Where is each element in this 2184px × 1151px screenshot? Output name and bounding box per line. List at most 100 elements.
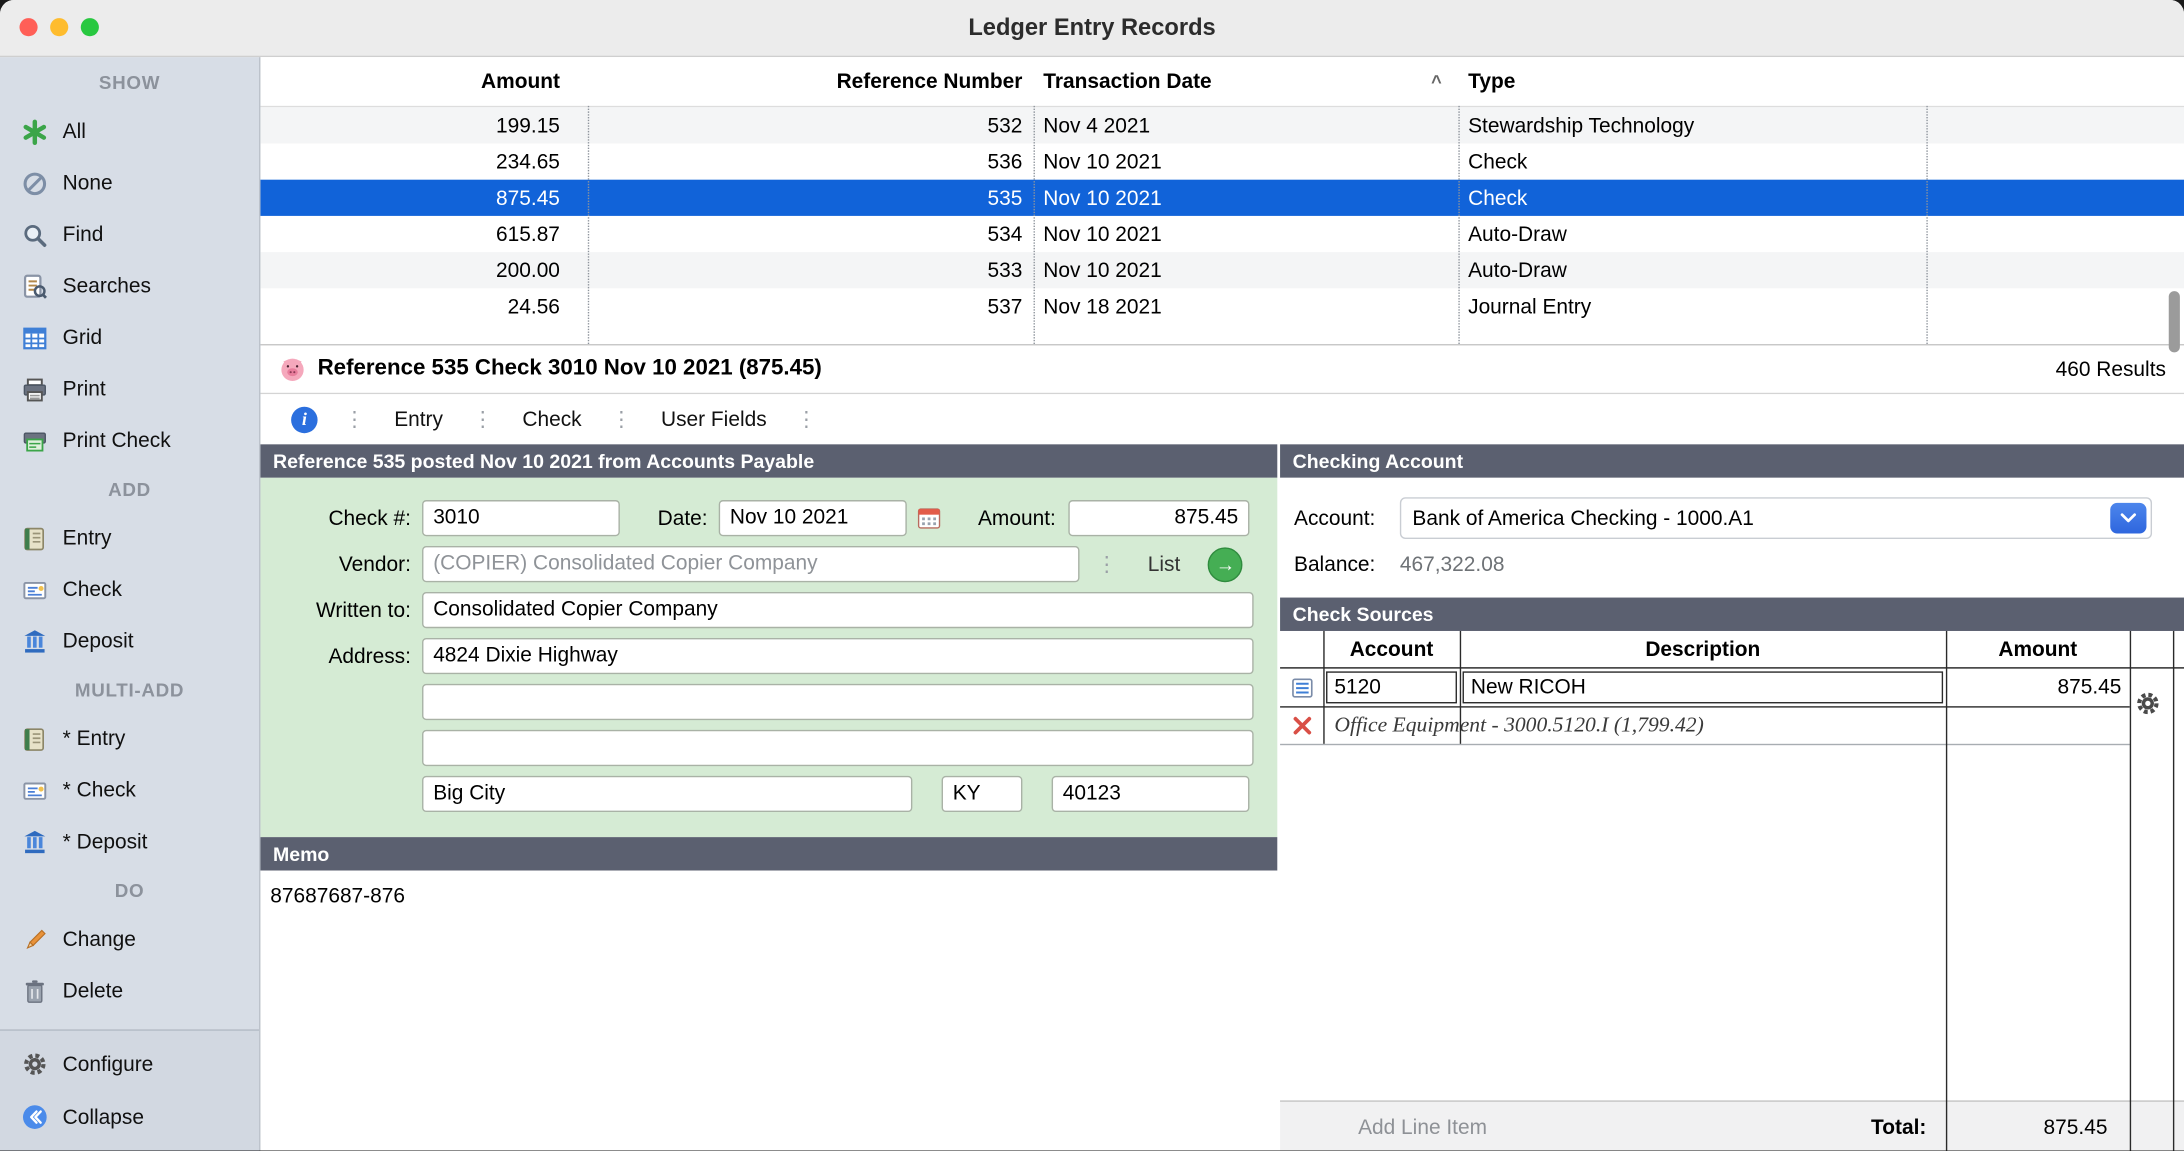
tab-entry[interactable]: Entry bbox=[391, 407, 445, 431]
amount-input[interactable]: 875.45 bbox=[1068, 500, 1249, 536]
sidebar-item-configure[interactable]: Configure bbox=[0, 1038, 259, 1091]
print-check-icon bbox=[21, 427, 49, 455]
vendor-list-button[interactable]: List bbox=[1148, 552, 1181, 576]
none-icon bbox=[21, 169, 49, 197]
vendor-label: Vendor: bbox=[260, 552, 410, 576]
sidebar-item-searches[interactable]: Searches bbox=[0, 260, 259, 312]
sidebar-item-change[interactable]: Change bbox=[0, 914, 259, 966]
entry-icon bbox=[21, 725, 49, 753]
date-input[interactable]: Nov 10 2021 bbox=[719, 500, 907, 536]
line-item-amount[interactable]: 875.45 bbox=[1946, 676, 2130, 700]
grid-line bbox=[2130, 631, 2131, 1151]
sidebar-item-print[interactable]: Print bbox=[0, 364, 259, 416]
sidebar-item-find[interactable]: Find bbox=[0, 209, 259, 261]
sidebar-item-delete[interactable]: Delete bbox=[0, 965, 259, 1017]
entry-form-header: Reference 535 posted Nov 10 2021 from Ac… bbox=[260, 444, 1277, 477]
line-item-row[interactable]: 5120 New RICOH 875.45 bbox=[1280, 669, 2184, 707]
table-row[interactable]: 24.56 537 Nov 18 2021 Journal Entry bbox=[260, 288, 2184, 324]
sidebar-item-multi-add-check[interactable]: * Check bbox=[0, 765, 259, 817]
sidebar-item-add-entry[interactable]: Entry bbox=[0, 513, 259, 565]
deposit-icon bbox=[21, 628, 49, 656]
cell-reference: 532 bbox=[588, 114, 1034, 138]
column-divider bbox=[588, 106, 589, 344]
checking-account-section: Account: Bank of America Checking - 1000… bbox=[1280, 478, 2184, 598]
sidebar-item-label: Find bbox=[63, 223, 104, 247]
results-count: 460 Results bbox=[2056, 357, 2166, 381]
address-line1-input[interactable]: 4824 Dixie Highway bbox=[422, 638, 1254, 674]
tab-separator-dots-icon: ⋮ bbox=[769, 407, 843, 432]
line-item-settings-gear-icon[interactable] bbox=[2134, 689, 2162, 717]
selected-record-summary: Reference 535 Check 3010 Nov 10 2021 (87… bbox=[318, 357, 822, 382]
vendor-input[interactable]: (COPIER) Consolidated Copier Company bbox=[422, 546, 1079, 582]
column-header-reference-number[interactable]: Reference Number bbox=[588, 70, 1034, 94]
checking-account-header: Checking Account bbox=[1280, 444, 2184, 477]
column-header-amount[interactable]: Amount bbox=[260, 70, 587, 94]
column-header-type[interactable]: Type bbox=[1458, 70, 1926, 94]
add-line-item-button[interactable]: Add Line Item bbox=[1280, 1115, 1487, 1139]
sidebar-item-label: * Check bbox=[63, 779, 136, 803]
sidebar-item-print-check[interactable]: Print Check bbox=[0, 415, 259, 467]
vendor-options-dots-icon[interactable]: ⋮ bbox=[1096, 552, 1117, 577]
window-controls bbox=[20, 18, 99, 36]
sidebar-item-multi-add-entry[interactable]: * Entry bbox=[0, 713, 259, 765]
cell-reference: 537 bbox=[588, 295, 1034, 319]
address-line2-input[interactable] bbox=[422, 684, 1254, 720]
address-line3-input[interactable] bbox=[422, 730, 1254, 766]
sort-ascending-icon: ^ bbox=[1431, 71, 1442, 92]
sidebar-item-label: All bbox=[63, 120, 86, 144]
sidebar-item-label: * Deposit bbox=[63, 830, 148, 854]
cell-type: Check bbox=[1458, 150, 1926, 174]
sidebar-item-label: None bbox=[63, 171, 113, 195]
memo-input[interactable]: 87687687-876 bbox=[260, 871, 1277, 1151]
table-row[interactable]: 200.00 533 Nov 10 2021 Auto-Draw bbox=[260, 252, 2184, 288]
account-select[interactable]: Bank of America Checking - 1000.A1 bbox=[1400, 497, 2152, 539]
sidebar-item-label: Deposit bbox=[63, 630, 134, 654]
minimize-window-button[interactable] bbox=[50, 18, 68, 36]
zip-input[interactable]: 40123 bbox=[1052, 776, 1250, 812]
state-input[interactable]: KY bbox=[942, 776, 1023, 812]
cell-date: Nov 4 2021 bbox=[1034, 114, 1459, 138]
sidebar-item-add-check[interactable]: Check bbox=[0, 564, 259, 616]
close-window-button[interactable] bbox=[20, 18, 38, 36]
balance-value: 467,322.08 bbox=[1400, 553, 1505, 577]
table-row[interactable]: 615.87 534 Nov 10 2021 Auto-Draw bbox=[260, 216, 2184, 252]
total-amount: 875.45 bbox=[1946, 1115, 2119, 1139]
vertical-scrollbar-thumb[interactable] bbox=[2169, 291, 2180, 352]
column-header-transaction-date[interactable]: Transaction Date ^ bbox=[1034, 70, 1459, 94]
info-icon[interactable]: i bbox=[291, 406, 317, 432]
delete-line-item-icon[interactable] bbox=[1289, 711, 1314, 739]
sidebar-item-none[interactable]: None bbox=[0, 157, 259, 209]
collapse-icon bbox=[21, 1103, 49, 1131]
asterisk-icon bbox=[21, 118, 49, 146]
cell-date: Nov 18 2021 bbox=[1034, 295, 1459, 319]
city-input[interactable]: Big City bbox=[422, 776, 912, 812]
table-row[interactable]: 234.65 536 Nov 10 2021 Check bbox=[260, 143, 2184, 179]
table-row[interactable]: 199.15 532 Nov 4 2021 Stewardship Techno… bbox=[260, 107, 2184, 143]
go-to-vendor-button[interactable]: → bbox=[1208, 547, 1243, 582]
cell-reference: 536 bbox=[588, 150, 1034, 174]
sidebar-item-label: Collapse bbox=[63, 1105, 144, 1129]
tab-check[interactable]: Check bbox=[520, 407, 585, 431]
column-divider bbox=[1926, 106, 1927, 344]
sidebar-item-add-deposit[interactable]: Deposit bbox=[0, 616, 259, 668]
zoom-window-button[interactable] bbox=[81, 18, 99, 36]
account-value: Bank of America Checking - 1000.A1 bbox=[1412, 506, 1753, 530]
check-number-input[interactable]: 3010 bbox=[422, 500, 620, 536]
tab-user-fields[interactable]: User Fields bbox=[658, 407, 769, 431]
account-dropdown-button[interactable] bbox=[2110, 503, 2146, 534]
table-row-selected[interactable]: 875.45 535 Nov 10 2021 Check bbox=[260, 180, 2184, 216]
sidebar-item-collapse[interactable]: Collapse bbox=[0, 1091, 259, 1144]
sidebar-item-multi-add-deposit[interactable]: * Deposit bbox=[0, 816, 259, 868]
sidebar-section-show: SHOW bbox=[0, 60, 259, 106]
sidebar-item-all[interactable]: All bbox=[0, 106, 259, 158]
line-item-detail-icon[interactable] bbox=[1289, 673, 1314, 701]
calendar-icon[interactable] bbox=[917, 504, 942, 532]
search-icon bbox=[21, 221, 49, 249]
sidebar-item-grid[interactable]: Grid bbox=[0, 312, 259, 364]
memo-header: Memo bbox=[260, 837, 1277, 870]
sidebar-item-label: Entry bbox=[63, 527, 112, 551]
cell-amount: 199.15 bbox=[260, 114, 587, 138]
written-to-input[interactable]: Consolidated Copier Company bbox=[422, 592, 1254, 628]
line-item-account-input[interactable]: 5120 bbox=[1326, 671, 1457, 703]
line-item-description-input[interactable]: New RICOH bbox=[1463, 671, 1944, 703]
